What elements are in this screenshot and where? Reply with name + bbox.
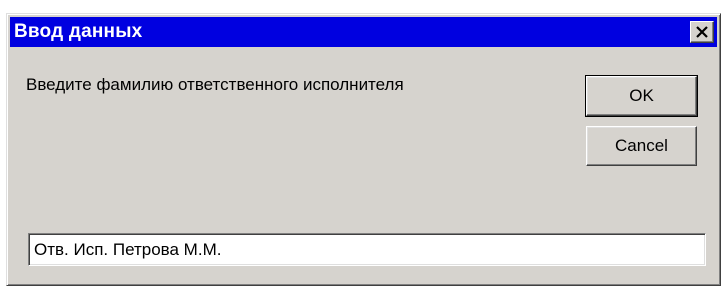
ok-button[interactable]: OK [585, 75, 698, 117]
prompt-label: Введите фамилию ответственного исполните… [26, 75, 404, 94]
window-title: Ввод данных [14, 21, 143, 42]
close-icon [696, 26, 708, 38]
close-button[interactable] [690, 21, 714, 43]
surname-input[interactable] [28, 233, 706, 266]
title-bar[interactable]: Ввод данных [10, 17, 717, 47]
cancel-button[interactable]: Cancel [586, 126, 697, 166]
input-dialog-window: Ввод данных Введите фамилию ответственно… [6, 13, 721, 286]
